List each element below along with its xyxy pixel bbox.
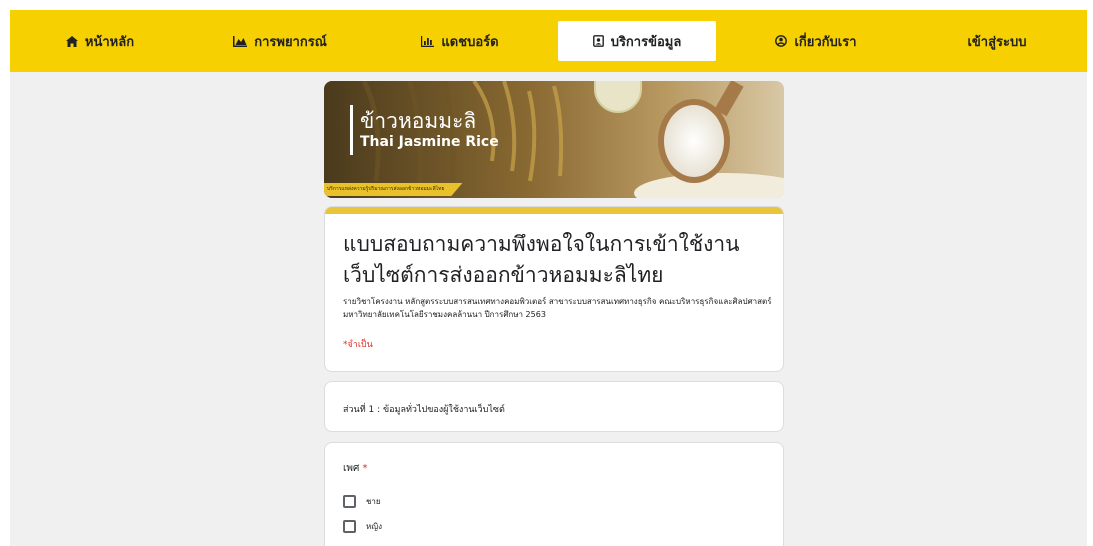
checkbox-female[interactable] (343, 520, 356, 533)
section-header-card: ส่วนที่ 1 : ข้อมูลทั่วไปของผู้ใช้งานเว็บ… (324, 381, 784, 432)
banner-divider (350, 105, 353, 155)
area-chart-icon (233, 35, 248, 47)
question-card-gender: เพศ * ชาย หญิง (324, 442, 784, 546)
nav-forecast-label: การพยากรณ์ (254, 34, 327, 50)
nav-about-label: เกี่ยวกับเรา (794, 34, 857, 50)
banner-title-english: Thai Jasmine Rice (360, 134, 499, 150)
header-banner: ข้าวหอมมะลิ Thai Jasmine Rice บริการแหล่… (324, 81, 784, 198)
question-label: เพศ * (343, 461, 368, 476)
nav-login[interactable]: เข้าสู่ระบบ (907, 10, 1087, 72)
option-male[interactable]: ชาย (343, 495, 381, 508)
accent-bar (325, 207, 783, 214)
required-note: *จำเป็น (343, 340, 373, 350)
option-female-label: หญิง (366, 522, 382, 531)
home-icon (65, 35, 78, 47)
form-description: รายวิชาโครงงาน หลักสูตรระบบสารสนเทศทางคอ… (343, 297, 772, 319)
nav-dashboard[interactable]: แดชบอร์ด (370, 10, 550, 72)
user-circle-icon (775, 35, 788, 47)
option-female[interactable]: หญิง (343, 520, 382, 533)
option-male-label: ชาย (366, 497, 381, 506)
required-asterisk: * (362, 463, 368, 474)
form-title-card: แบบสอบถามความพึงพอใจในการเข้าใช้งานเว็บไ… (324, 206, 784, 372)
top-navbar: หน้าหลัก การพยากรณ์ แดชบอร์ด บริการข้อมู… (10, 10, 1087, 72)
form-area: ข้าวหอมมะลิ Thai Jasmine Rice บริการแหล่… (10, 72, 1087, 546)
nav-dashboard-label: แดชบอร์ด (441, 34, 499, 50)
nav-home-label: หน้าหลัก (84, 34, 135, 50)
nav-data-service[interactable]: บริการข้อมูล (558, 21, 716, 61)
nav-about[interactable]: เกี่ยวกับเรา (726, 10, 906, 72)
nav-login-label: เข้าสู่ระบบ (967, 34, 1027, 50)
question-text: เพศ (343, 463, 360, 474)
nav-data-service-label: บริการข้อมูล (610, 34, 682, 50)
contact-card-icon (592, 35, 604, 47)
section-title: ส่วนที่ 1 : ข้อมูลทั่วไปของผู้ใช้งานเว็บ… (343, 405, 505, 415)
page: หน้าหลัก การพยากรณ์ แดชบอร์ด บริการข้อมู… (0, 0, 1093, 546)
bar-chart-icon (421, 35, 435, 47)
form-title: แบบสอบถามความพึงพอใจในการเข้าใช้งานเว็บไ… (343, 232, 740, 287)
banner-tagline: บริการแหล่งความรู้ปริมาณการส่งออกข้าวหอม… (324, 183, 463, 196)
checkbox-male[interactable] (343, 495, 356, 508)
nav-forecast[interactable]: การพยากรณ์ (190, 10, 370, 72)
nav-home[interactable]: หน้าหลัก (10, 10, 190, 72)
